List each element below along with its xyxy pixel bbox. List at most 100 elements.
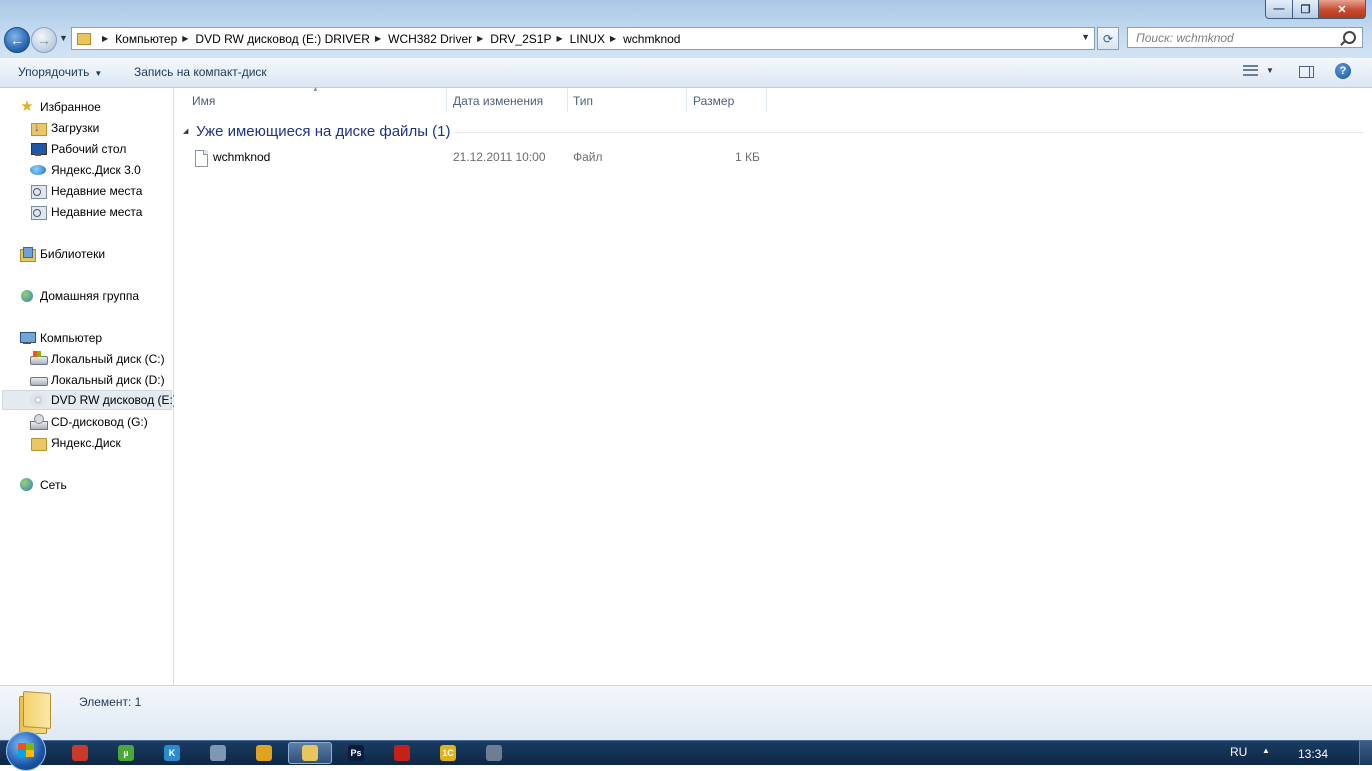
view-list-icon xyxy=(1243,65,1258,76)
back-button[interactable]: ← xyxy=(4,27,30,53)
breadcrumb-label[interactable]: DRV_2S1P xyxy=(490,32,551,46)
libraries-icon xyxy=(19,246,36,262)
1c-icon: 1С xyxy=(440,745,456,761)
breadcrumb-drv-2s1p[interactable]: ▶ DRV_2S1P xyxy=(472,32,551,46)
sidebar-item-cd-drive-g[interactable]: CD-дисковод (G:) xyxy=(30,412,148,432)
breadcrumb-label[interactable]: Компьютер xyxy=(115,32,177,46)
chevron-right-icon[interactable]: ▶ xyxy=(610,34,616,43)
sidebar-item-label: Избранное xyxy=(40,100,101,114)
yandex-disk-icon xyxy=(30,162,46,178)
sidebar-item-dvd-rw-e[interactable]: DVD RW дисковод (E:) xyxy=(2,390,177,410)
homegroup-icon xyxy=(19,288,35,304)
column-header-date[interactable]: Дата изменения xyxy=(453,94,543,108)
file-type: Файл xyxy=(573,150,603,164)
taskbar-button-explorer[interactable] xyxy=(288,742,332,764)
file-list: ▲ Имя Дата изменения Тип Размер ◢ Уже им… xyxy=(174,86,1372,685)
sort-ascending-icon: ▲ xyxy=(312,86,319,93)
breadcrumb-dvd-drive[interactable]: ▶ DVD RW дисковод (E:) DRIVER xyxy=(177,32,370,46)
minimize-button[interactable]: — xyxy=(1265,0,1293,19)
breadcrumb-label[interactable]: wchmknod xyxy=(623,32,680,46)
column-header-size[interactable]: Размер xyxy=(693,94,734,108)
sidebar-item-desktop[interactable]: Рабочий стол xyxy=(30,139,126,159)
column-header-type[interactable]: Тип xyxy=(573,94,593,108)
sidebar-item-label: Загрузки xyxy=(51,121,100,135)
change-view-button[interactable]: ▼ xyxy=(1243,65,1274,76)
breadcrumb-label[interactable]: LINUX xyxy=(570,32,605,46)
star-icon: ★ xyxy=(20,98,34,115)
chevron-down-icon: ▼ xyxy=(1266,66,1274,75)
file-icon xyxy=(195,150,208,167)
language-indicator[interactable]: RU xyxy=(1230,745,1247,759)
taskbar-button-utorrent[interactable]: µ xyxy=(104,742,148,764)
breadcrumb-linux[interactable]: ▶ LINUX xyxy=(551,32,605,46)
preview-pane-button[interactable] xyxy=(1299,66,1314,78)
file-name: wchmknod xyxy=(213,150,271,164)
sidebar-item-label: CD-дисковод (G:) xyxy=(51,415,148,429)
close-button[interactable]: ✕ xyxy=(1319,0,1366,19)
sidebar-item-recent-places[interactable]: Недавние места xyxy=(30,181,142,201)
chevron-right-icon[interactable]: ▶ xyxy=(477,34,483,43)
sidebar-libraries[interactable]: Библиотеки xyxy=(19,244,105,264)
sidebar-item-recent-places-2[interactable]: Недавние места xyxy=(30,202,142,222)
sidebar-item-downloads[interactable]: Загрузки xyxy=(30,118,99,138)
taskbar-button-photoshop[interactable]: Ps xyxy=(334,742,378,764)
network-icon xyxy=(19,477,35,493)
refresh-button[interactable]: ⟳ xyxy=(1097,27,1119,50)
show-desktop-button[interactable] xyxy=(1359,741,1372,765)
app-1-icon xyxy=(72,745,88,761)
address-bar[interactable]: ▶ Компьютер ▶ DVD RW дисковод (E:) DRIVER … xyxy=(71,27,1095,50)
sidebar-favorites[interactable]: ★ Избранное xyxy=(19,97,101,117)
sidebar-item-label: Домашняя группа xyxy=(40,289,140,303)
column-divider[interactable] xyxy=(766,88,767,112)
sidebar-item-local-disk-c[interactable]: Локальный диск (C:) xyxy=(30,349,165,369)
search-icon[interactable] xyxy=(1343,31,1356,44)
group-header[interactable]: Уже имеющиеся на диске файлы (1) xyxy=(196,123,450,140)
maximize-button[interactable]: ❐ xyxy=(1293,0,1319,19)
organize-button[interactable]: Упорядочить ▼ xyxy=(18,65,102,79)
column-header-name[interactable]: Имя xyxy=(192,94,215,108)
chevron-right-icon[interactable]: ▶ xyxy=(182,34,188,43)
taskbar-button-1c[interactable]: 1С xyxy=(426,742,470,764)
column-divider[interactable] xyxy=(686,88,687,112)
sidebar-item-label: Компьютер xyxy=(40,331,103,345)
sidebar-network[interactable]: Сеть xyxy=(19,475,67,495)
group-collapse-icon[interactable]: ◢ xyxy=(183,127,188,135)
clock[interactable]: 13:34 xyxy=(1298,747,1328,761)
column-divider[interactable] xyxy=(446,88,447,112)
breadcrumb-wchmknod[interactable]: ▶ wchmknod xyxy=(605,32,681,46)
taskbar-button-acrobat[interactable] xyxy=(380,742,424,764)
window-controls: — ❐ ✕ xyxy=(1265,0,1366,19)
file-row[interactable]: wchmknod 21.12.2011 10:00 Файл 1 КБ xyxy=(192,146,772,168)
sidebar-homegroup[interactable]: Домашняя группа xyxy=(19,286,139,306)
breadcrumb-computer[interactable]: ▶ Компьютер xyxy=(97,32,177,46)
kaspersky-icon: K xyxy=(164,745,180,761)
show-hidden-icons-icon[interactable]: ▲ xyxy=(1262,746,1270,755)
chevron-right-icon[interactable]: ▶ xyxy=(375,34,381,43)
start-button[interactable] xyxy=(6,731,46,771)
downloads-folder-icon xyxy=(30,120,47,136)
help-button[interactable]: ? xyxy=(1335,63,1351,79)
taskbar-button-app-10[interactable] xyxy=(472,742,516,764)
chevron-right-icon[interactable]: ▶ xyxy=(102,34,108,43)
breadcrumb-label[interactable]: DVD RW дисковод (E:) DRIVER xyxy=(195,32,370,46)
taskbar-button-kaspersky[interactable]: K xyxy=(150,742,194,764)
taskbar: µ K Ps 1С RU ▲ 13:34 xyxy=(0,731,1372,771)
breadcrumb-wch382-driver[interactable]: ▶ WCH382 Driver xyxy=(370,32,472,46)
sidebar-item-yandex-disk-3[interactable]: Яндекс.Диск 3.0 xyxy=(30,160,141,180)
taskbar-button-app-1[interactable] xyxy=(58,742,102,764)
sidebar-item-label: Сеть xyxy=(40,478,67,492)
sidebar-item-yandex-disk[interactable]: Яндекс.Диск xyxy=(30,433,121,453)
chevron-right-icon[interactable]: ▶ xyxy=(556,34,562,43)
sidebar-item-local-disk-d[interactable]: Локальный диск (D:) xyxy=(30,370,165,390)
search-input[interactable]: Поиск: wchmknod xyxy=(1127,27,1363,48)
burn-to-disc-button[interactable]: Запись на компакт-диск xyxy=(134,65,267,79)
breadcrumb-label[interactable]: WCH382 Driver xyxy=(388,32,472,46)
forward-button[interactable]: → xyxy=(31,27,57,53)
utorrent-icon: µ xyxy=(118,745,134,761)
address-dropdown-icon[interactable]: ▼ xyxy=(1081,32,1090,42)
taskbar-button-calculator[interactable] xyxy=(196,742,240,764)
column-divider[interactable] xyxy=(567,88,568,112)
sidebar-computer[interactable]: Компьютер xyxy=(19,328,102,348)
taskbar-button-chrome[interactable] xyxy=(242,742,286,764)
recent-pages-dropdown[interactable]: ▼ xyxy=(59,33,68,43)
